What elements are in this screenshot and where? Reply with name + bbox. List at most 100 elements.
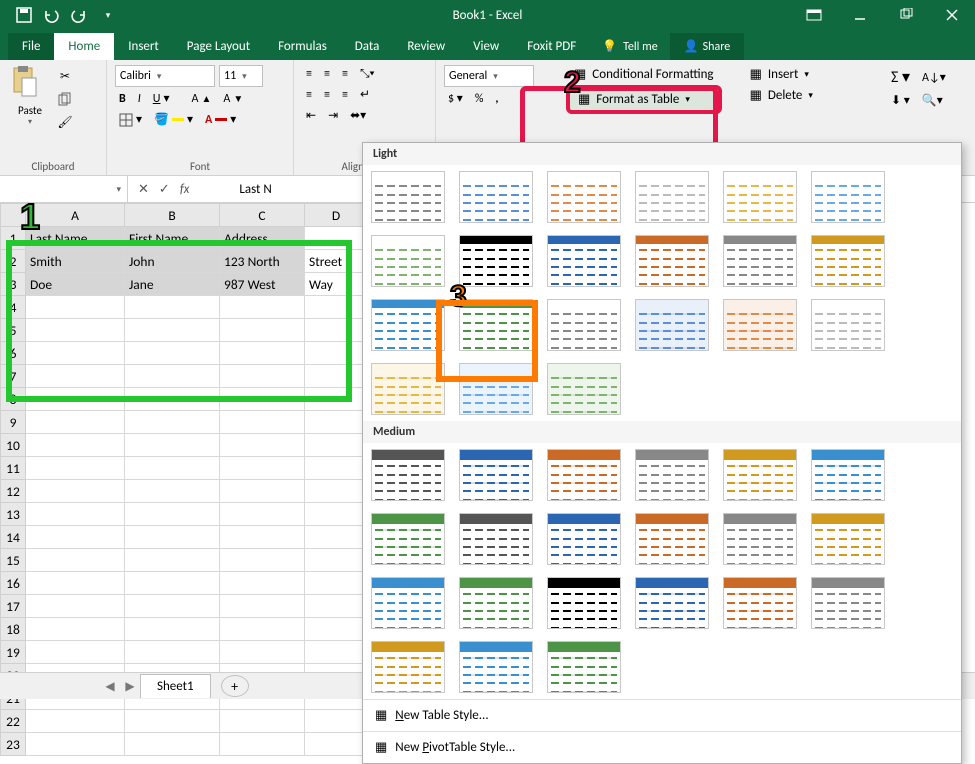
row-header[interactable]: 12 — [1, 480, 26, 503]
align-left-icon[interactable]: ≡ — [302, 86, 316, 104]
new-pivottable-style-button[interactable]: ▦ New PivotTable Style... — [363, 731, 961, 763]
table-style-swatch[interactable] — [811, 513, 885, 565]
cell[interactable] — [220, 549, 305, 572]
cell[interactable]: Street — [305, 250, 368, 273]
table-style-swatch[interactable] — [635, 577, 709, 629]
cell[interactable] — [305, 595, 368, 618]
cell[interactable] — [305, 365, 368, 388]
cell[interactable] — [305, 733, 368, 756]
cell[interactable] — [305, 618, 368, 641]
fill-icon[interactable]: ⬇ ▾ — [887, 91, 914, 110]
cell[interactable] — [26, 342, 125, 365]
merge-center-icon[interactable]: ⬌▾ — [346, 106, 370, 125]
table-style-swatch[interactable] — [723, 513, 797, 565]
row-header[interactable]: 14 — [1, 526, 26, 549]
row-header[interactable]: 19 — [1, 641, 26, 664]
cell[interactable] — [26, 411, 125, 434]
format-painter-icon[interactable]: 🖌 — [53, 111, 77, 133]
table-style-swatch[interactable] — [459, 235, 533, 287]
cell[interactable]: Address — [220, 227, 305, 250]
table-style-swatch[interactable] — [635, 449, 709, 501]
table-style-swatch[interactable] — [371, 299, 445, 351]
cell[interactable]: John — [125, 250, 220, 273]
table-style-swatch[interactable] — [547, 449, 621, 501]
row-header[interactable]: 15 — [1, 549, 26, 572]
cell[interactable] — [305, 388, 368, 411]
cell[interactable] — [26, 710, 125, 733]
cell[interactable] — [26, 526, 125, 549]
row-header[interactable]: 9 — [1, 411, 26, 434]
paste-button[interactable]: Paste ▾ — [8, 64, 52, 134]
column-header[interactable]: C — [220, 204, 305, 227]
row-header[interactable]: 5 — [1, 319, 26, 342]
cell[interactable] — [26, 572, 125, 595]
delete-cells-button[interactable]: ▦ Delete ▾ — [742, 85, 821, 106]
cell[interactable] — [305, 641, 368, 664]
cell[interactable] — [305, 434, 368, 457]
cell[interactable] — [26, 365, 125, 388]
font-size-combo[interactable]: 11▾ — [219, 65, 263, 87]
table-style-swatch[interactable] — [723, 449, 797, 501]
cell[interactable] — [305, 319, 368, 342]
cell[interactable] — [26, 641, 125, 664]
tab-insert[interactable]: Insert — [114, 33, 173, 60]
underline-button[interactable]: U▾ — [149, 89, 174, 108]
cell[interactable] — [220, 595, 305, 618]
cell[interactable] — [220, 618, 305, 641]
enter-formula-icon[interactable]: ✓ — [159, 182, 170, 197]
cell[interactable] — [125, 526, 220, 549]
cell[interactable] — [305, 227, 368, 250]
table-style-swatch[interactable] — [371, 363, 445, 415]
table-style-swatch[interactable] — [459, 363, 533, 415]
align-middle-icon[interactable]: ≡ — [320, 65, 334, 83]
row-header[interactable]: 17 — [1, 595, 26, 618]
table-style-swatch[interactable] — [371, 577, 445, 629]
cell[interactable] — [125, 595, 220, 618]
table-style-swatch[interactable] — [635, 513, 709, 565]
cell[interactable]: Doe — [26, 273, 125, 296]
table-style-swatch[interactable] — [459, 449, 533, 501]
table-style-swatch[interactable] — [811, 171, 885, 223]
table-style-swatch[interactable] — [371, 513, 445, 565]
cell[interactable]: 987 West — [220, 273, 305, 296]
table-style-swatch[interactable] — [547, 641, 621, 693]
minimize-icon[interactable] — [837, 0, 883, 30]
cell[interactable] — [26, 457, 125, 480]
percent-style-icon[interactable]: % — [471, 90, 488, 108]
number-format-combo[interactable]: General▾ — [444, 65, 534, 87]
table-style-swatch[interactable] — [547, 235, 621, 287]
cell[interactable]: Smith — [26, 250, 125, 273]
cell[interactable] — [220, 296, 305, 319]
row-header[interactable]: 13 — [1, 503, 26, 526]
comma-style-icon[interactable]: , — [491, 90, 502, 108]
column-header[interactable]: A — [26, 204, 125, 227]
cell[interactable] — [26, 388, 125, 411]
new-table-style-button[interactable]: ▦ New Table Style... — [363, 699, 961, 731]
cell[interactable] — [125, 503, 220, 526]
redo-icon[interactable] — [66, 0, 94, 30]
cell[interactable] — [305, 503, 368, 526]
cell[interactable] — [125, 365, 220, 388]
undo-icon[interactable] — [38, 0, 66, 30]
wrap-text-icon[interactable]: ↵ — [356, 85, 374, 104]
table-style-swatch[interactable] — [811, 577, 885, 629]
row-header[interactable]: 22 — [1, 710, 26, 733]
table-style-swatch[interactable] — [635, 171, 709, 223]
align-center-icon[interactable]: ≡ — [320, 86, 334, 104]
cell[interactable]: First Name — [125, 227, 220, 250]
column-header[interactable]: B — [125, 204, 220, 227]
row-header[interactable]: 6 — [1, 342, 26, 365]
new-sheet-icon[interactable]: + — [221, 675, 249, 697]
table-style-swatch[interactable] — [547, 171, 621, 223]
cell[interactable] — [125, 296, 220, 319]
cell[interactable] — [26, 618, 125, 641]
maximize-icon[interactable] — [883, 0, 929, 30]
cell[interactable] — [125, 457, 220, 480]
cell[interactable] — [305, 480, 368, 503]
close-icon[interactable] — [929, 0, 975, 30]
tab-file[interactable]: File — [8, 33, 54, 60]
cell[interactable] — [220, 342, 305, 365]
table-style-swatch[interactable] — [459, 577, 533, 629]
cell[interactable]: 123 North — [220, 250, 305, 273]
fill-color-button[interactable]: 🪣▾ — [150, 110, 197, 129]
